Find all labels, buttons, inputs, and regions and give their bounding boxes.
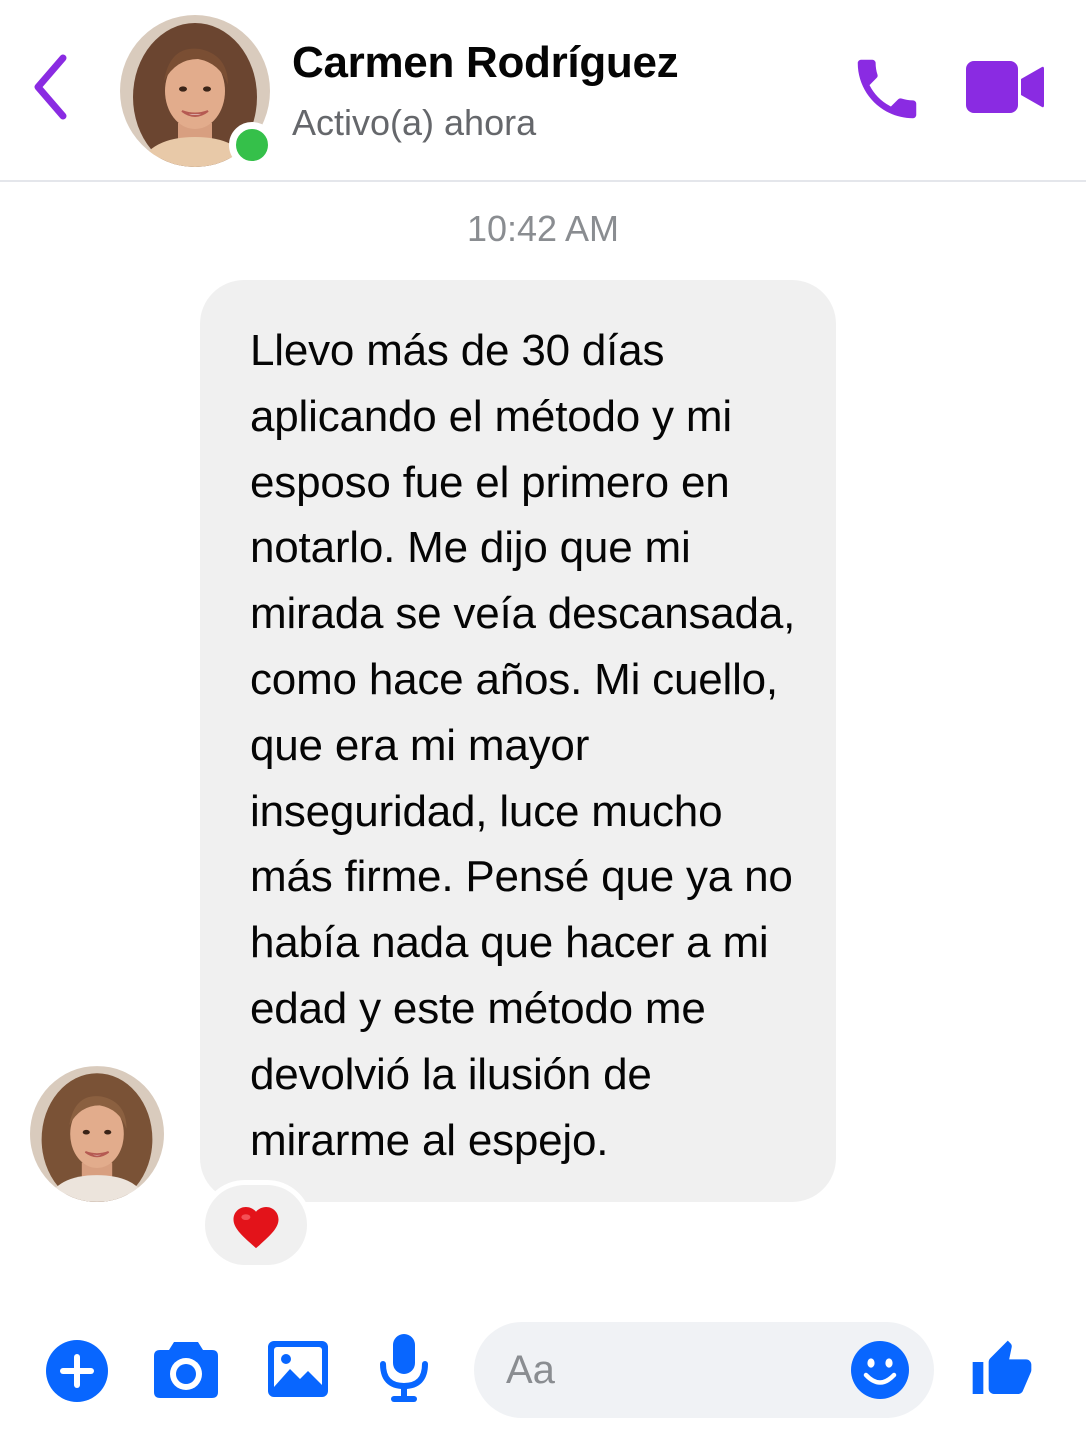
contact-name[interactable]: Carmen Rodríguez [292, 38, 679, 88]
camera-button[interactable] [152, 1336, 220, 1402]
video-camera-icon [966, 61, 1044, 113]
image-icon [268, 1341, 328, 1397]
video-call-button[interactable] [962, 55, 1048, 119]
chevron-left-icon [34, 54, 67, 120]
like-button[interactable] [966, 1334, 1038, 1406]
microphone-icon [380, 1334, 428, 1402]
heart-icon [233, 1207, 279, 1249]
message-timestamp: 10:42 AM [466, 208, 620, 249]
online-status-dot [229, 122, 275, 168]
message-composer [0, 1310, 1086, 1440]
smiley-icon [851, 1341, 909, 1399]
emoji-button[interactable] [850, 1340, 910, 1400]
message-input[interactable] [506, 1340, 846, 1400]
more-actions-button[interactable] [44, 1338, 110, 1404]
voice-call-button[interactable] [848, 50, 926, 128]
message-reaction[interactable] [200, 1180, 312, 1270]
gallery-button[interactable] [264, 1336, 332, 1402]
plus-circle-icon [46, 1340, 108, 1402]
phone-icon [857, 59, 917, 119]
message-bubble[interactable]: Llevo más de 30 días aplicando el método… [200, 280, 836, 1202]
sender-avatar[interactable] [30, 1066, 164, 1202]
back-button[interactable] [22, 50, 78, 124]
active-status: Activo(a) ahora [292, 102, 537, 143]
camera-icon [154, 1342, 218, 1398]
chat-header: Carmen Rodríguez Activo(a) ahora [0, 0, 1086, 182]
thumbs-up-icon [972, 1340, 1032, 1394]
message-input-container [474, 1322, 934, 1418]
voice-message-button[interactable] [378, 1332, 430, 1404]
message-text: Llevo más de 30 días aplicando el método… [250, 326, 796, 1165]
